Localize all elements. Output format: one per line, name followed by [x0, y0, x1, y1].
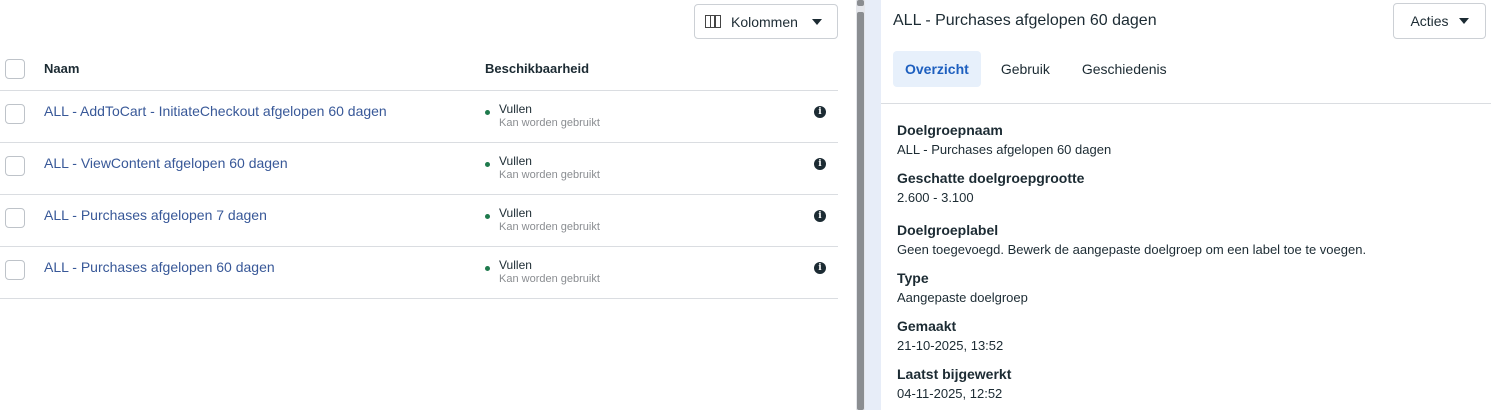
status-label: Vullen	[499, 206, 532, 220]
field-created: Gemaakt 21-10-2025, 13:52	[897, 317, 1487, 355]
caret-down-icon	[811, 18, 822, 25]
field-label: Doelgroepnaam	[897, 122, 1003, 138]
tab-overview[interactable]: Overzicht	[893, 51, 981, 87]
status-dot-icon	[485, 266, 490, 271]
audience-name-link[interactable]: ALL - AddToCart - InitiateCheckout afgel…	[44, 103, 387, 119]
table-row[interactable]: ALL - ViewContent afgelopen 60 dagen Vul…	[0, 143, 838, 195]
audience-name-link[interactable]: ALL - Purchases afgelopen 7 dagen	[44, 207, 267, 223]
info-icon[interactable]: i	[814, 158, 826, 170]
status-sublabel: Kan worden gebruikt	[499, 117, 600, 129]
select-all-checkbox[interactable]	[5, 59, 25, 79]
scrollbar-thumb[interactable]	[857, 12, 864, 410]
field-value: Aangepaste doelgroep	[897, 290, 1028, 305]
row-checkbox[interactable]	[5, 208, 25, 228]
columns-button-label: Kolommen	[731, 13, 798, 30]
table-row[interactable]: ALL - Purchases afgelopen 7 dagen Vullen…	[0, 195, 838, 247]
row-checkbox[interactable]	[5, 260, 25, 280]
info-icon[interactable]: i	[814, 106, 826, 118]
columns-button[interactable]: Kolommen	[694, 4, 838, 39]
list-scrollbar[interactable]	[856, 0, 865, 410]
field-label: Gemaakt	[897, 318, 957, 334]
overview-details: Doelgroepnaam ALL - Purchases afgelopen …	[897, 121, 1487, 410]
caret-down-icon	[1458, 18, 1469, 24]
tabs-divider	[881, 103, 1491, 104]
field-value: 21-10-2025, 13:52	[897, 338, 1004, 353]
audience-name-link[interactable]: ALL - ViewContent afgelopen 60 dagen	[44, 155, 288, 171]
columns-icon	[705, 15, 721, 28]
table-row[interactable]: ALL - AddToCart - InitiateCheckout afgel…	[0, 91, 838, 143]
audience-list-pane: Kolommen Naam Beschikbaarheid ALL - AddT…	[0, 0, 856, 410]
actions-button-label: Acties	[1410, 13, 1449, 29]
actions-button[interactable]: Acties	[1393, 3, 1486, 39]
scrollbar-arrow[interactable]	[857, 0, 864, 6]
audience-name-link[interactable]: ALL - Purchases afgelopen 60 dagen	[44, 259, 275, 275]
status-sublabel: Kan worden gebruikt	[499, 221, 600, 233]
tab-usage[interactable]: Gebruik	[989, 51, 1062, 87]
status-label: Vullen	[499, 154, 532, 168]
field-type: Type Aangepaste doelgroep	[897, 269, 1487, 307]
field-value: 04-11-2025, 12:52	[897, 386, 1003, 401]
status-sublabel: Kan worden gebruikt	[499, 169, 600, 181]
field-label: Laatst bijgewerkt	[897, 366, 1012, 382]
field-label: Doelgroeplabel	[897, 222, 999, 238]
status-sublabel: Kan worden gebruikt	[499, 273, 600, 285]
field-estimated-size: Geschatte doelgroepgrootte 2.600 - 3.100	[897, 169, 1487, 207]
tab-history[interactable]: Geschiedenis	[1070, 51, 1179, 87]
row-checkbox[interactable]	[5, 156, 25, 176]
column-header-availability[interactable]: Beschikbaarheid	[485, 61, 589, 76]
status-label: Vullen	[499, 102, 532, 116]
info-icon[interactable]: i	[814, 262, 826, 274]
table-row[interactable]: ALL - Purchases afgelopen 60 dagen Vulle…	[0, 247, 838, 299]
row-checkbox[interactable]	[5, 104, 25, 124]
status-dot-icon	[485, 162, 490, 167]
field-value: Geen toegevoegd. Bewerk de aangepaste do…	[897, 242, 1367, 257]
field-audience-label: Doelgroeplabel Geen toegevoegd. Bewerk d…	[897, 221, 1487, 259]
pane-divider[interactable]	[865, 0, 881, 410]
field-last-updated: Laatst bijgewerkt 04-11-2025, 12:52	[897, 365, 1487, 403]
field-label: Geschatte doelgroepgrootte	[897, 170, 1085, 186]
table-header: Naam Beschikbaarheid	[0, 46, 838, 91]
field-value: ALL - Purchases afgelopen 60 dagen	[897, 142, 1112, 157]
panel-title: ALL - Purchases afgelopen 60 dagen	[893, 12, 1157, 29]
audience-table: Naam Beschikbaarheid ALL - AddToCart - I…	[0, 46, 838, 299]
audience-detail-pane: ALL - Purchases afgelopen 60 dagen Actie…	[881, 0, 1491, 410]
field-audience-name: Doelgroepnaam ALL - Purchases afgelopen …	[897, 121, 1487, 159]
field-value: 2.600 - 3.100	[897, 190, 974, 205]
detail-tabs: Overzicht Gebruik Geschiedenis	[893, 51, 1187, 87]
status-label: Vullen	[499, 258, 532, 272]
status-dot-icon	[485, 214, 490, 219]
status-dot-icon	[485, 110, 490, 115]
field-label: Type	[897, 270, 929, 286]
info-icon[interactable]: i	[814, 210, 826, 222]
column-header-name[interactable]: Naam	[44, 61, 79, 76]
